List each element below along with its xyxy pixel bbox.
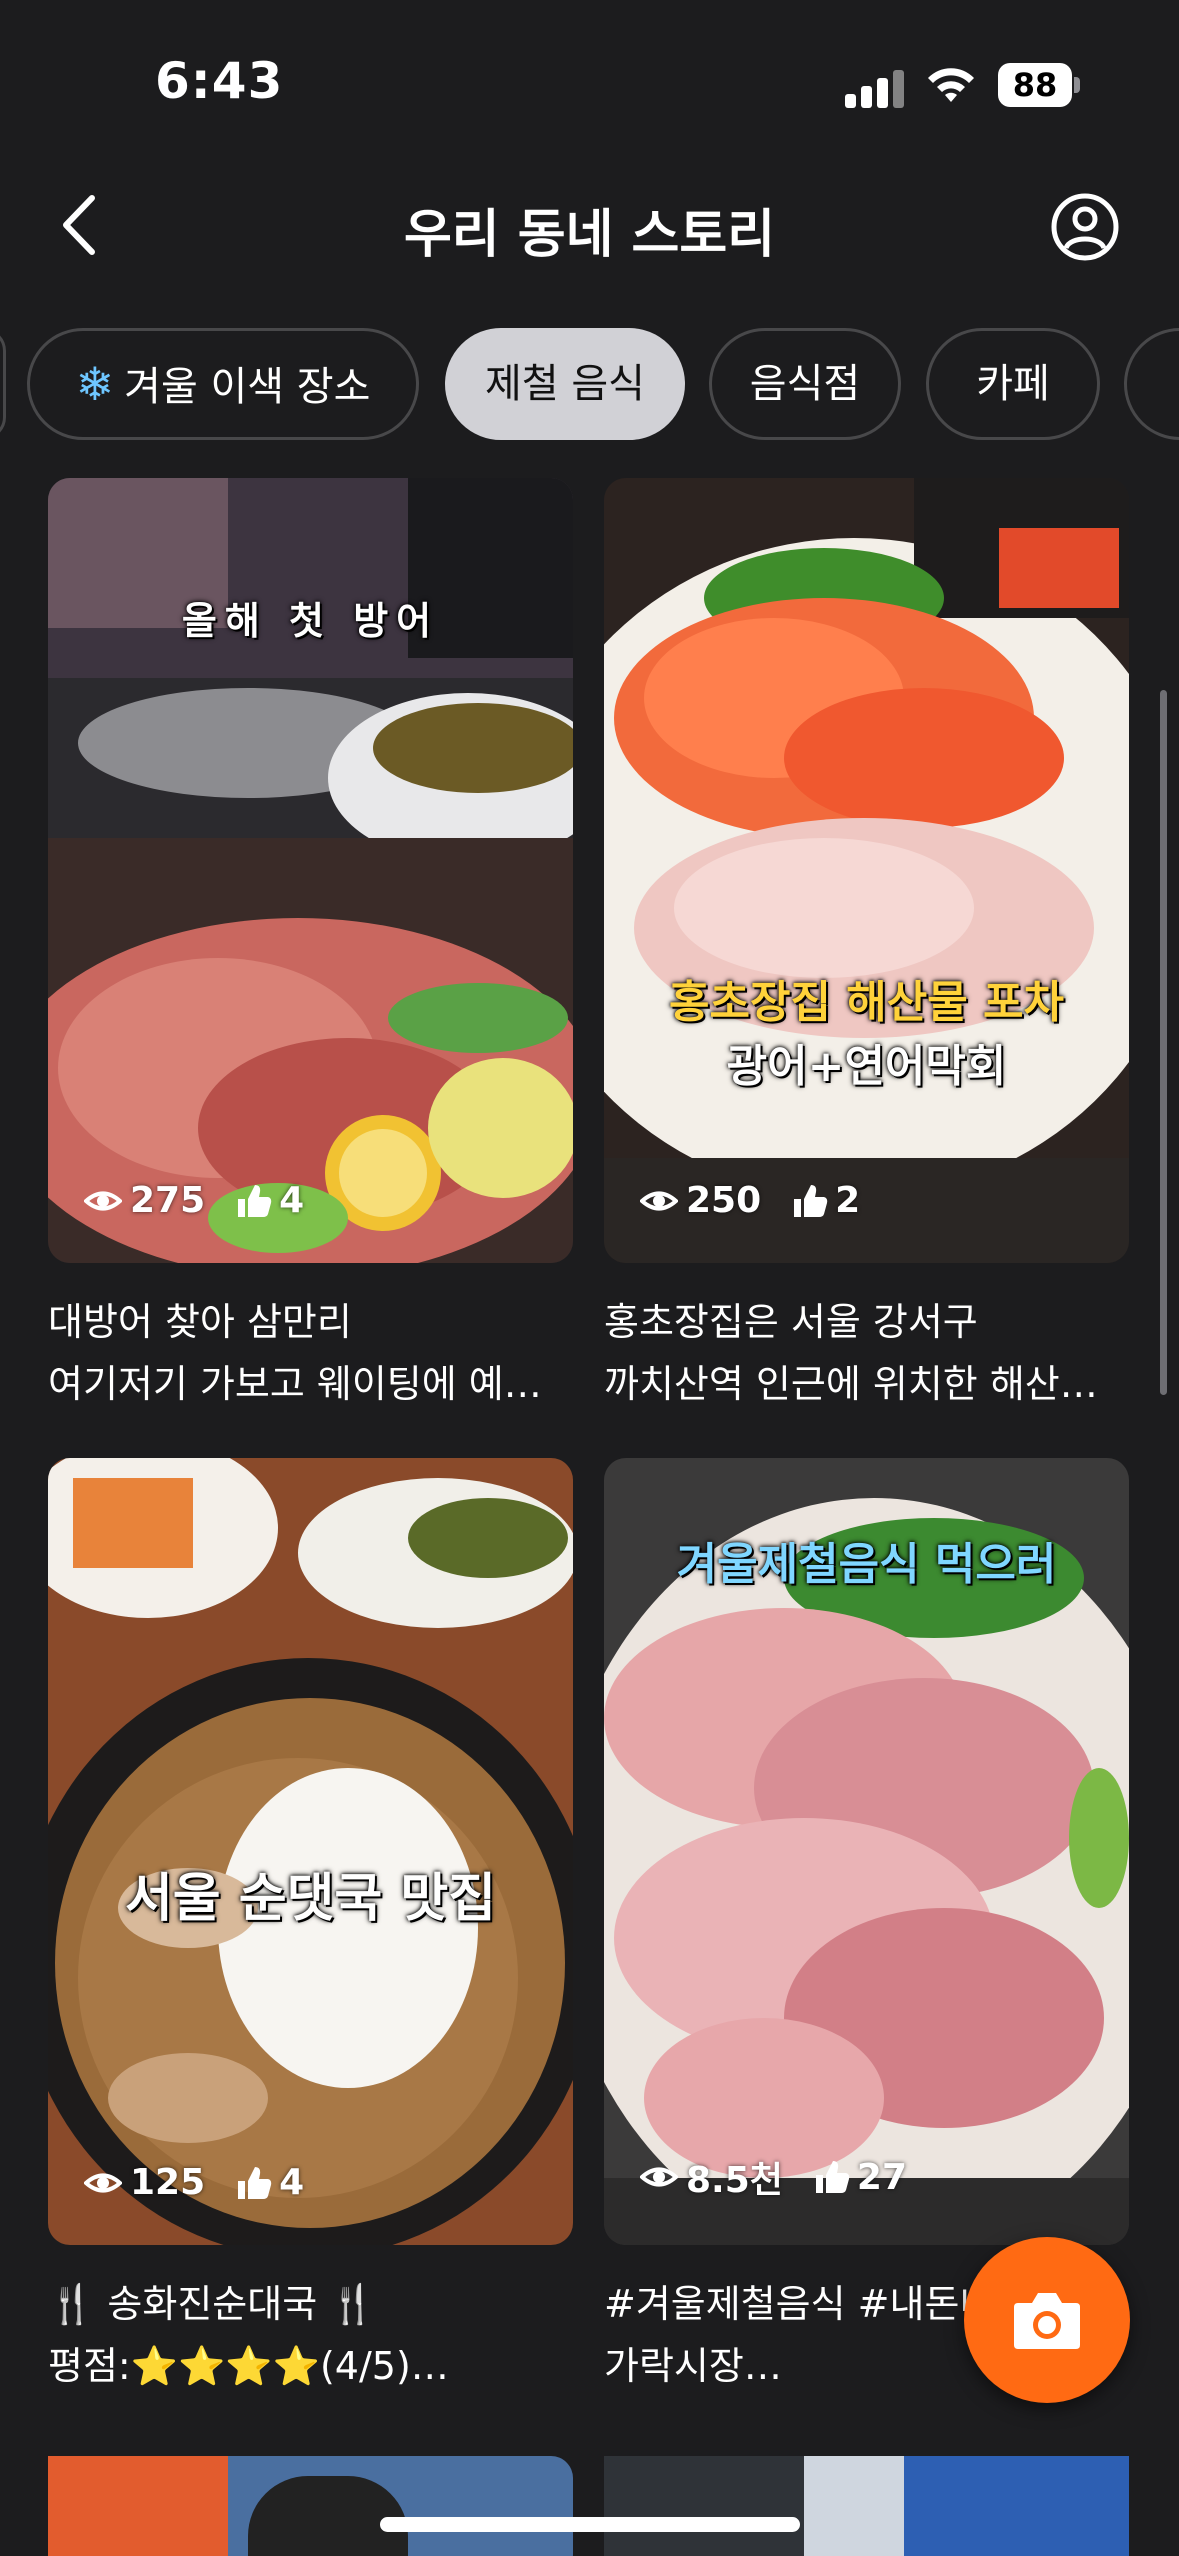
story-thumbnail[interactable]: 홍초장집 해산물 포차 광어+연어막회 250 2 [604, 478, 1129, 1263]
story-card[interactable] [604, 2456, 1129, 2556]
card-snippet: 평점:⭐⭐⭐⭐(4/5)… [48, 2344, 449, 2388]
like-count: 27 [856, 2156, 908, 2198]
story-card[interactable]: 홍초장집 해산물 포차 광어+연어막회 250 2 홍초장집은 서울 강서구 까… [604, 478, 1129, 1415]
overlay-caption: 겨울제철음식 먹으러 [676, 1539, 1057, 1590]
story-thumbnail[interactable]: 서울 순댓국 맛집 125 4 [48, 1458, 573, 2245]
app-screen: 6:43 88 우리 동네 스토리 ❄ 겨울 이색 장소 제철 음식 음식점 카… [0, 0, 1179, 2556]
chip-restaurant[interactable]: 음식점 [709, 328, 901, 440]
card-title: 🍴 송화진순대국 🍴 [48, 2282, 377, 2326]
food-photo [604, 478, 1129, 1263]
card-snippet: 까치산역 인근에 위치한 해산… [604, 1362, 1098, 1406]
chip-label: 제철 음식 [485, 361, 645, 407]
profile-icon[interactable] [1050, 192, 1120, 262]
story-thumbnail[interactable]: 겨울제철음식 먹으러 8.5천 27 [604, 1458, 1129, 2245]
camera-fab-button[interactable] [964, 2237, 1130, 2403]
thumbs-up-icon [794, 1184, 828, 1217]
view-count: 275 [130, 1180, 206, 1221]
card-title: 대방어 찾아 삼만리 [48, 1300, 352, 1344]
camera-icon [1014, 2293, 1080, 2349]
snowflake-icon: ❄ [75, 357, 115, 411]
scrollbar[interactable] [1160, 690, 1167, 1395]
category-chip-row: ❄ 겨울 이색 장소 제철 음식 음식점 카페 [0, 328, 1179, 443]
story-thumbnail[interactable] [604, 2456, 1129, 2556]
chip-label: 카페 [976, 361, 1050, 407]
chip-label: 음식점 [749, 361, 861, 407]
wifi-icon [928, 68, 974, 102]
food-photo [48, 1458, 573, 2245]
overlay-caption: 올해 첫 방어 [181, 599, 440, 643]
view-count: 125 [130, 2162, 206, 2203]
like-count: 4 [279, 2162, 305, 2203]
chip-partial-right[interactable] [1124, 328, 1179, 440]
status-time: 6:43 [155, 52, 284, 110]
story-card[interactable] [48, 2456, 573, 2556]
status-bar: 6:43 88 [0, 0, 1179, 150]
overlay-subcaption: 광어+연어막회 [726, 1041, 1007, 1092]
like-count: 4 [279, 1180, 305, 1221]
home-indicator [380, 2517, 800, 2532]
cellular-signal-icon [845, 68, 905, 108]
view-count: 250 [686, 1180, 762, 1221]
card-title: 홍초장집은 서울 강서구 [604, 1300, 978, 1344]
chip-cafe[interactable]: 카페 [926, 328, 1100, 440]
eye-icon [640, 2167, 678, 2187]
battery-level: 88 [998, 63, 1072, 107]
chip-winter-places[interactable]: ❄ 겨울 이색 장소 [27, 328, 419, 440]
view-count: 8.5천 [686, 2160, 783, 2201]
eye-icon [84, 2173, 122, 2192]
like-count: 2 [835, 1180, 861, 1221]
thumbs-up-icon [238, 1184, 272, 1217]
story-card[interactable]: 서울 순댓국 맛집 125 4 🍴 송화진순대국 🍴 평점:⭐⭐⭐⭐(4/5)… [48, 1458, 573, 2397]
card-snippet: 여기저기 가보고 웨이팅에 예… [48, 1362, 542, 1406]
stats-bar: 8.5천 27 [640, 2151, 907, 2203]
stats-bar: 250 2 [640, 1180, 860, 1221]
story-thumbnail[interactable] [48, 2456, 573, 2556]
stats-bar: 125 4 [84, 2162, 304, 2203]
story-thumbnail[interactable]: 올해 첫 방어 275 4 [48, 478, 573, 1263]
story-card[interactable]: 올해 첫 방어 275 4 대방어 찾아 삼만리 여기저기 가보고 웨이팅에 예… [48, 478, 573, 1415]
top-app-bar: 우리 동네 스토리 [0, 170, 1179, 280]
overlay-caption: 홍초장집 해산물 포차 [669, 977, 1064, 1028]
chip-partial-left[interactable] [0, 328, 6, 440]
thumbs-up-icon [238, 2166, 272, 2199]
eye-icon [84, 1191, 122, 1210]
eye-icon [640, 1191, 678, 1210]
stats-bar: 275 4 [84, 1180, 304, 1221]
thumbs-up-icon [815, 2161, 850, 2193]
page-title: 우리 동네 스토리 [403, 205, 776, 265]
chip-label: 겨울 이색 장소 [124, 364, 371, 410]
chip-seasonal-food[interactable]: 제철 음식 [445, 328, 685, 440]
battery-icon: 88 [998, 63, 1080, 107]
overlay-caption: 서울 순댓국 맛집 [124, 1869, 497, 1929]
